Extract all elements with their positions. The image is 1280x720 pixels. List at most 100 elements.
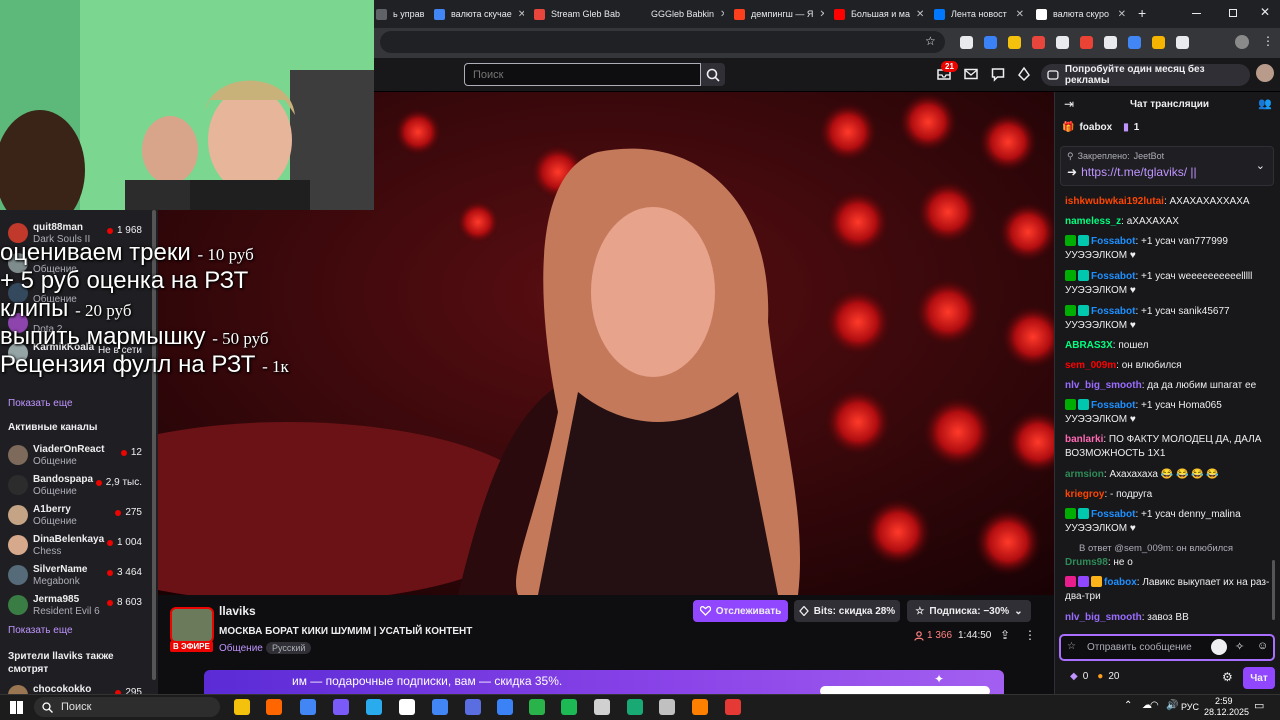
chat-message[interactable]: Fossabot: +1 усач weeeeeeeeeelllll УУЭЭЭ… [1065, 270, 1275, 298]
profile-avatar[interactable] [1235, 35, 1249, 49]
extension-icon[interactable] [1128, 36, 1141, 49]
whispers-icon[interactable] [963, 66, 979, 82]
taskbar-app-icon[interactable] [234, 699, 250, 715]
taskbar-app-icon[interactable] [432, 699, 448, 715]
chat-send-button[interactable]: Чат [1243, 667, 1275, 689]
volume-icon[interactable]: 🔊 [1166, 700, 1178, 711]
chat-message[interactable]: ishkwubwkai192lutai: АХАХАХАХХАХА [1065, 195, 1275, 209]
bookmark-star-icon[interactable]: ☆ [925, 34, 936, 48]
taskbar-app-icon[interactable] [333, 699, 349, 715]
browser-tab[interactable]: ь управ✕ [376, 4, 428, 24]
chat-username[interactable]: nlv_big_smooth [1065, 612, 1142, 623]
taskbar-app-icon[interactable] [561, 699, 577, 715]
stream-category[interactable]: Общение [219, 643, 263, 654]
top-gifter-name[interactable]: foabox [1079, 122, 1112, 133]
channel-points[interactable]: ◆ 0 ● 20 [1070, 671, 1119, 682]
sidebar-channel[interactable]: ViaderOnReact Общение 12 [0, 441, 158, 471]
extension-icon[interactable] [960, 36, 973, 49]
chat-message[interactable]: ABRAS3X: пошел [1065, 339, 1275, 353]
chat-bubble-icon[interactable] [990, 66, 1006, 82]
bits-icon[interactable] [1211, 639, 1227, 655]
address-bar[interactable] [380, 31, 945, 53]
sidebar-channel[interactable]: DinaBelenkaya Chess 1 004 [0, 531, 158, 561]
chat-username[interactable]: nlv_big_smooth [1065, 380, 1142, 391]
extension-icon[interactable] [1056, 36, 1069, 49]
extension-icon[interactable] [1032, 36, 1045, 49]
chat-message[interactable]: banlarki: ПО ФАКТУ МОЛОДЕЦ ДА, ДАЛА ВОЗМ… [1065, 433, 1275, 461]
chat-username[interactable]: ishkwubwkai192lutai [1065, 196, 1164, 207]
turbo-promo-button[interactable]: Попробуйте один месяц без рекламы [1041, 64, 1250, 86]
language-indicator[interactable]: РУС [1181, 702, 1199, 712]
minimize-icon[interactable] [1192, 13, 1201, 14]
tab-close-icon[interactable]: ✕ [1118, 9, 1126, 20]
sidebar-channel[interactable]: SilverName Megabonk 3 464 [0, 561, 158, 591]
tab-close-icon[interactable]: ✕ [916, 9, 924, 20]
taskbar-app-icon[interactable] [497, 699, 513, 715]
taskbar-app-icon[interactable] [692, 699, 708, 715]
chat-username[interactable]: Fossabot [1091, 306, 1135, 317]
tab-close-icon[interactable]: ✕ [518, 9, 524, 20]
extension-icon[interactable] [984, 36, 997, 49]
chat-message[interactable]: nlv_big_smooth: завоз ВВ [1065, 611, 1275, 625]
gift-promo-banner[interactable]: им — подарочные подписки, вам — скидка 3… [204, 670, 1004, 694]
more-options-icon[interactable]: ⋮ [1024, 628, 1036, 642]
taskbar-app-icon[interactable] [659, 699, 675, 715]
share-icon[interactable]: ⇪ [1000, 628, 1010, 642]
search-input[interactable] [464, 63, 701, 86]
sidebar-channel[interactable]: Jerma985 Resident Evil 6 8 603 [0, 591, 158, 621]
chat-username[interactable]: Fossabot [1091, 271, 1135, 282]
follow-button[interactable]: Отслеживать [693, 600, 788, 622]
pinned-link[interactable]: https://t.me/tglaviks/ || [1081, 165, 1197, 179]
sidebar-channel[interactable]: A1berry Общение 275 [0, 501, 158, 531]
crown-icon[interactable] [1016, 66, 1032, 82]
chat-message[interactable]: nlv_big_smooth: да да любим шпагат ее [1065, 379, 1275, 393]
channel-avatar[interactable] [170, 607, 214, 643]
chat-message[interactable]: kriegroy: - подруга [1065, 488, 1275, 502]
collapse-chat-icon[interactable]: ⇥ [1064, 97, 1074, 111]
extension-icon[interactable] [1008, 36, 1021, 49]
chat-input[interactable]: ☆ Отправить сообщение ✧ ☺ [1059, 634, 1275, 661]
chat-username[interactable]: foabox [1104, 577, 1137, 588]
chat-message[interactable]: Drums98: не о [1065, 556, 1275, 570]
chat-username[interactable]: Fossabot [1091, 509, 1135, 520]
banner-button[interactable] [820, 686, 990, 694]
taskbar-search[interactable]: Поиск [34, 697, 220, 717]
chat-message[interactable]: Fossabot: +1 усач van777999 УУЭЭЭЛКОМ ♥ [1065, 235, 1275, 263]
chat-scrollbar[interactable] [1272, 560, 1275, 620]
browser-tab[interactable]: GGGleb Babkin ✕ [634, 4, 724, 24]
wifi-icon[interactable]: ◠ [1150, 700, 1159, 711]
chat-message[interactable]: foabox: Лавикс выкупает их на раз-два-тр… [1065, 576, 1275, 604]
bits-discount-button[interactable]: Bits: скидка 28% [794, 600, 900, 622]
browser-tab[interactable]: Stream Gleb Bab✕ [534, 4, 624, 24]
clock-time[interactable]: 2:59 [1215, 696, 1233, 706]
tab-close-icon[interactable]: ✕ [720, 9, 724, 20]
tab-close-icon[interactable]: ✕ [819, 9, 824, 20]
magic-icon[interactable]: ✧ [1235, 640, 1244, 653]
chat-message[interactable]: armsion: Ахахахаха 😂 😂 😂 😂 [1065, 468, 1275, 482]
chat-users-icon[interactable]: 👥 [1258, 97, 1272, 110]
notification-center-icon[interactable]: ▭ [1254, 699, 1264, 712]
chevron-down-icon[interactable]: ⌄ [1256, 159, 1265, 172]
chat-username[interactable]: Drums98 [1065, 557, 1108, 568]
taskbar-app-icon[interactable] [627, 699, 643, 715]
extension-icon[interactable] [1104, 36, 1117, 49]
taskbar-app-icon[interactable] [266, 699, 282, 715]
chat-username[interactable]: kriegroy [1065, 489, 1104, 500]
browser-menu-icon[interactable]: ⋮ [1262, 34, 1274, 48]
chat-username[interactable]: armsion [1065, 469, 1104, 480]
subscribe-button[interactable]: ☆ Подписка: −30% ⌄ [907, 600, 1031, 622]
clock-date[interactable]: 28.12.2025 [1204, 707, 1249, 717]
browser-tab[interactable]: валюта скуро ✕ [1036, 4, 1126, 24]
chat-message[interactable]: sem_009m: он влюбился [1065, 359, 1275, 373]
channel-name[interactable]: llaviks [219, 604, 256, 618]
chat-username[interactable]: sem_009m [1065, 360, 1116, 371]
chat-username[interactable]: banlarki [1065, 434, 1103, 445]
emoji-icon[interactable]: ☺ [1257, 640, 1268, 652]
chat-username[interactable]: Fossabot [1091, 400, 1135, 411]
show-more-link[interactable]: Показать еще [8, 625, 73, 636]
taskbar-app-icon[interactable] [300, 699, 316, 715]
chat-message[interactable]: Fossabot: +1 усач sanik45677 УУЭЭЭЛКОМ ♥ [1065, 305, 1275, 333]
show-more-link[interactable]: Показать еще [8, 398, 73, 409]
sidebar-channel[interactable]: Bandospapa Общение 2,9 тыс. [0, 471, 158, 501]
taskbar-app-icon[interactable] [366, 699, 382, 715]
